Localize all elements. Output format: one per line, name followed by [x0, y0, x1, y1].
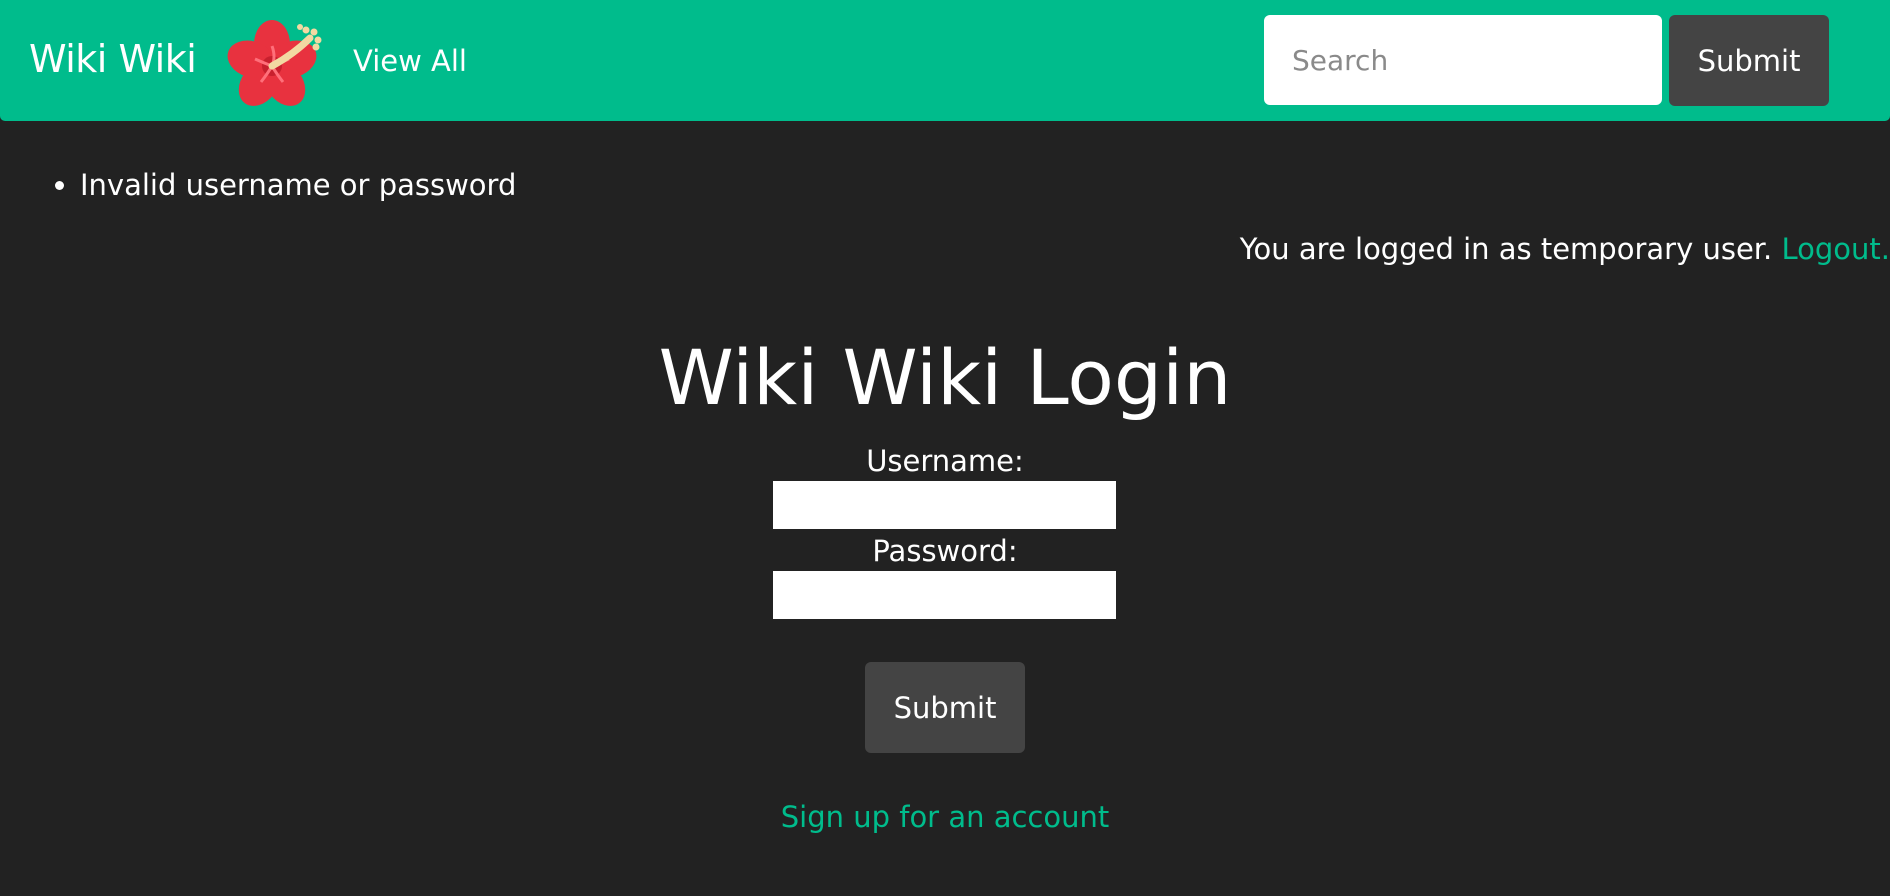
password-label: Password: — [872, 534, 1018, 568]
brand-link[interactable]: Wiki Wiki — [29, 36, 197, 82]
error-messages: Invalid username or password — [0, 166, 516, 204]
username-label: Username: — [866, 444, 1024, 478]
view-all-link[interactable]: View All — [353, 43, 467, 79]
top-navbar: Wiki Wiki View All Submit — [0, 0, 1890, 121]
username-field[interactable] — [773, 481, 1116, 529]
login-submit-button[interactable]: Submit — [865, 662, 1025, 753]
logout-link[interactable]: Logout. — [1781, 232, 1890, 266]
error-message: Invalid username or password — [80, 166, 516, 204]
login-status: You are logged in as temporary user. Log… — [1240, 230, 1890, 268]
signup-link[interactable]: Sign up for an account — [0, 799, 1890, 835]
search-submit-button[interactable]: Submit — [1669, 15, 1829, 106]
search-input[interactable] — [1264, 15, 1662, 105]
password-field[interactable] — [773, 571, 1116, 619]
login-status-text: You are logged in as temporary user. — [1239, 232, 1773, 266]
page-title: Wiki Wiki Login — [658, 333, 1232, 422]
hibiscus-flower-icon — [227, 20, 322, 106]
